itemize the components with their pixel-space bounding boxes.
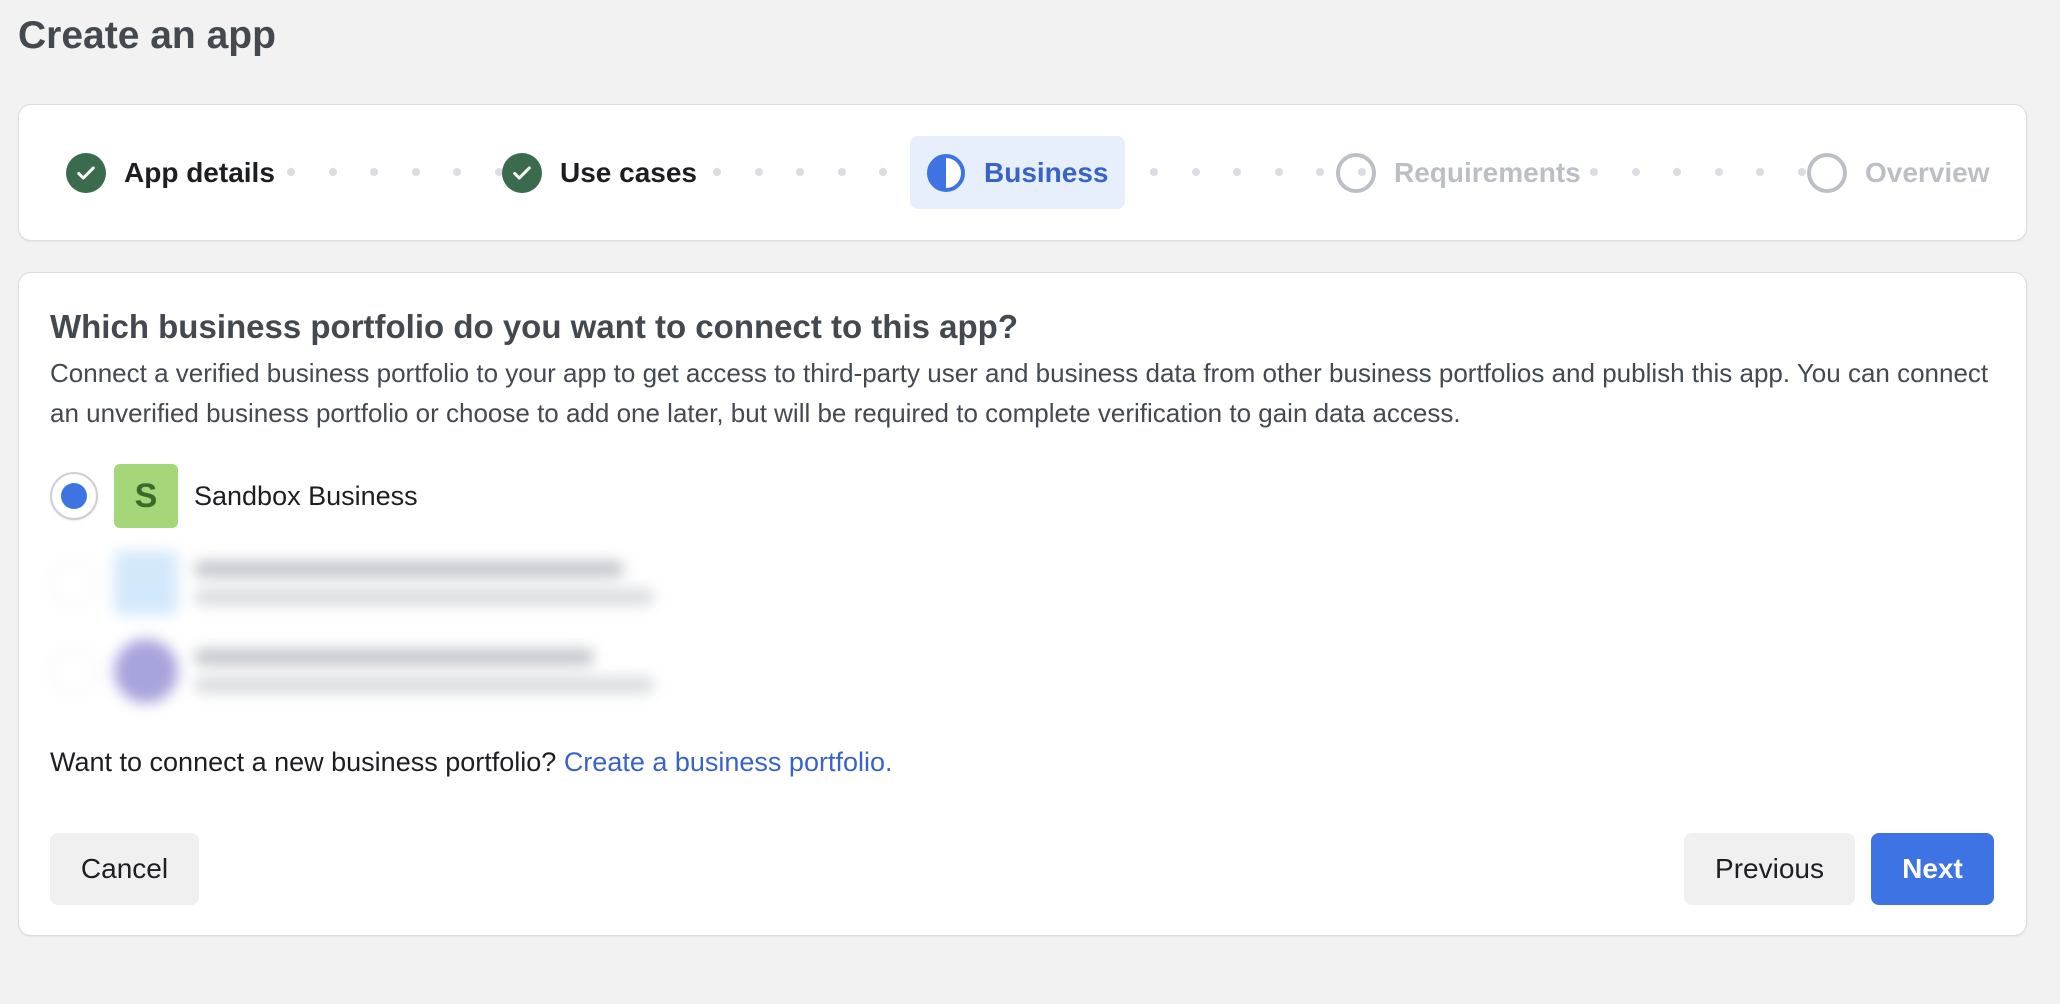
business-portfolio-card: Which business portfolio do you want to … — [18, 272, 2027, 936]
business-avatar: S — [114, 464, 178, 528]
empty-circle-icon — [1807, 152, 1847, 193]
portfolio-option-redacted[interactable] — [50, 639, 654, 703]
business-avatar — [114, 639, 178, 703]
create-portfolio-prompt: Want to connect a new business portfolio… — [50, 747, 893, 778]
portfolio-option-redacted[interactable] — [50, 551, 654, 615]
radio-button[interactable] — [50, 559, 98, 607]
stepper: App details Use cases Business Requireme… — [18, 104, 2027, 241]
step-connector — [287, 168, 503, 176]
redacted-portfolio-text — [194, 561, 654, 605]
step-label: Use cases — [560, 156, 698, 188]
step-connector — [713, 168, 929, 176]
redacted-portfolio-text — [194, 649, 654, 693]
section-description: Connect a verified business portfolio to… — [50, 358, 1989, 428]
portfolio-name: Sandbox Business — [194, 480, 418, 511]
step-label: App details — [124, 156, 275, 188]
step-use-cases[interactable]: Use cases — [502, 136, 697, 209]
previous-button[interactable]: Previous — [1684, 833, 1855, 905]
cancel-button[interactable]: Cancel — [50, 833, 199, 905]
next-button[interactable]: Next — [1871, 833, 1994, 905]
step-overview[interactable]: Overview — [1807, 136, 1990, 209]
radio-button[interactable] — [50, 472, 98, 520]
portfolio-option-sandbox[interactable]: S Sandbox Business — [50, 464, 418, 528]
step-label: Overview — [1865, 156, 1990, 188]
step-connector — [1150, 168, 1366, 176]
radio-button[interactable] — [50, 647, 98, 695]
step-requirements[interactable]: Requirements — [1336, 136, 1581, 209]
step-label: Requirements — [1394, 156, 1581, 188]
step-business[interactable]: Business — [910, 136, 1125, 209]
check-icon — [502, 152, 542, 193]
step-label: Business — [984, 156, 1109, 188]
half-circle-icon — [926, 153, 966, 193]
business-avatar — [114, 551, 178, 615]
connect-prompt-text: Want to connect a new business portfolio… — [50, 747, 557, 777]
create-portfolio-link[interactable]: Create a business portfolio. — [564, 747, 893, 777]
check-icon — [66, 152, 106, 193]
step-app-details[interactable]: App details — [66, 136, 275, 209]
radio-selected-indicator — [61, 483, 87, 509]
section-heading: Which business portfolio do you want to … — [50, 308, 1018, 345]
step-connector — [1590, 168, 1806, 176]
empty-circle-icon — [1336, 152, 1376, 193]
page-title: Create an app — [18, 14, 276, 57]
